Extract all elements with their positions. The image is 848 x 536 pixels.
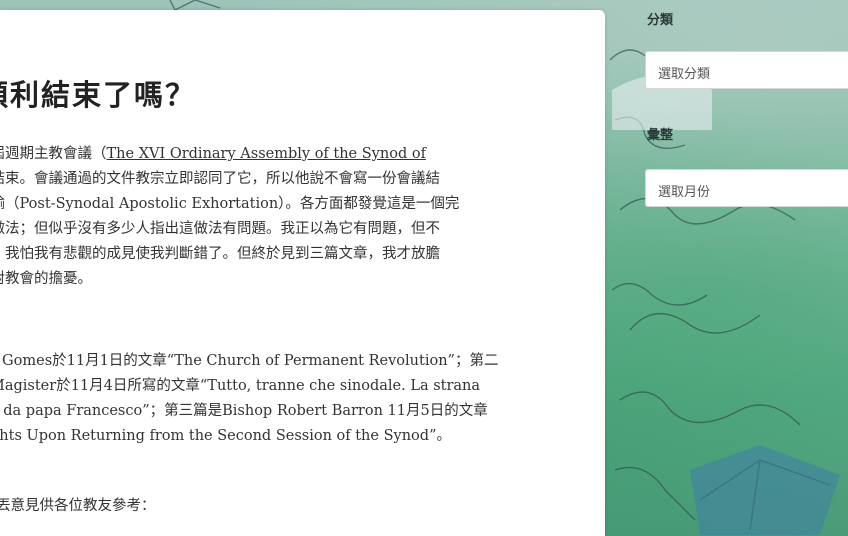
paragraph-1-line-5: 至，我怕我有悲觀的成見使我判斷錯了。但終於見到三篇文章，我才放膽: [0, 246, 440, 262]
archive-month-select[interactable]: 選取月份: [645, 169, 848, 207]
paragraph-1-line-4: ，做法；但似乎沒有多少人指出這做法有問題。我正以為它有問題，但不: [0, 221, 440, 237]
article-paragraph-3: 丟意見供各位教友參考：: [0, 494, 156, 519]
paragraph-1-line-3: 勸諭（Post-Synodal Apostolic Exhortation）。各…: [0, 196, 460, 212]
paragraph-2-line-3: a da papa Francesco”；第三篇是Bishop Robert B…: [0, 403, 488, 419]
article-paragraph-1: 六屆週期主教會議（The XVI Ordinary Assembly of th…: [0, 142, 459, 292]
paragraph-3-line-1: 丟意見供各位教友參考：: [0, 498, 156, 514]
paragraph-2-line-2: Magister於11月4日所寫的文章“Tutto, tranne che si…: [0, 378, 481, 394]
paragraph-2-line-4: ghts Upon Returning from the Second Sess…: [0, 428, 451, 444]
paragraph-1-line-6: 我對教會的擔憂。: [0, 271, 92, 287]
page: 議順利結束了嗎？ 六屆週期主教會議（The XVI Ordinary Assem…: [0, 0, 848, 536]
synod-assembly-link[interactable]: The XVI Ordinary Assembly of the Synod o…: [107, 146, 426, 162]
archive-label: 彙整: [647, 128, 674, 143]
article-title: 議順利結束了嗎？: [0, 78, 197, 112]
paragraph-2-line-1: s Gomes於11月1日的文章“The Church of Permanent…: [0, 353, 499, 369]
article-card: 議順利結束了嗎？ 六屆週期主教會議（The XVI Ordinary Assem…: [0, 10, 605, 536]
category-label: 分類: [647, 13, 674, 28]
category-select[interactable]: 選取分類: [645, 51, 848, 89]
article-paragraph-2: s Gomes於11月1日的文章“The Church of Permanent…: [0, 349, 498, 449]
paragraph-1-line-1-prefix: 六屆週期主教會議（: [0, 146, 107, 162]
paragraph-1-line-2: 佈結束。會議通過的文件教宗立即認同了它，所以他說不會寫一份會議結: [0, 171, 440, 187]
paragraph-1-line-1: 六屆週期主教會議（The XVI Ordinary Assembly of th…: [0, 142, 459, 167]
